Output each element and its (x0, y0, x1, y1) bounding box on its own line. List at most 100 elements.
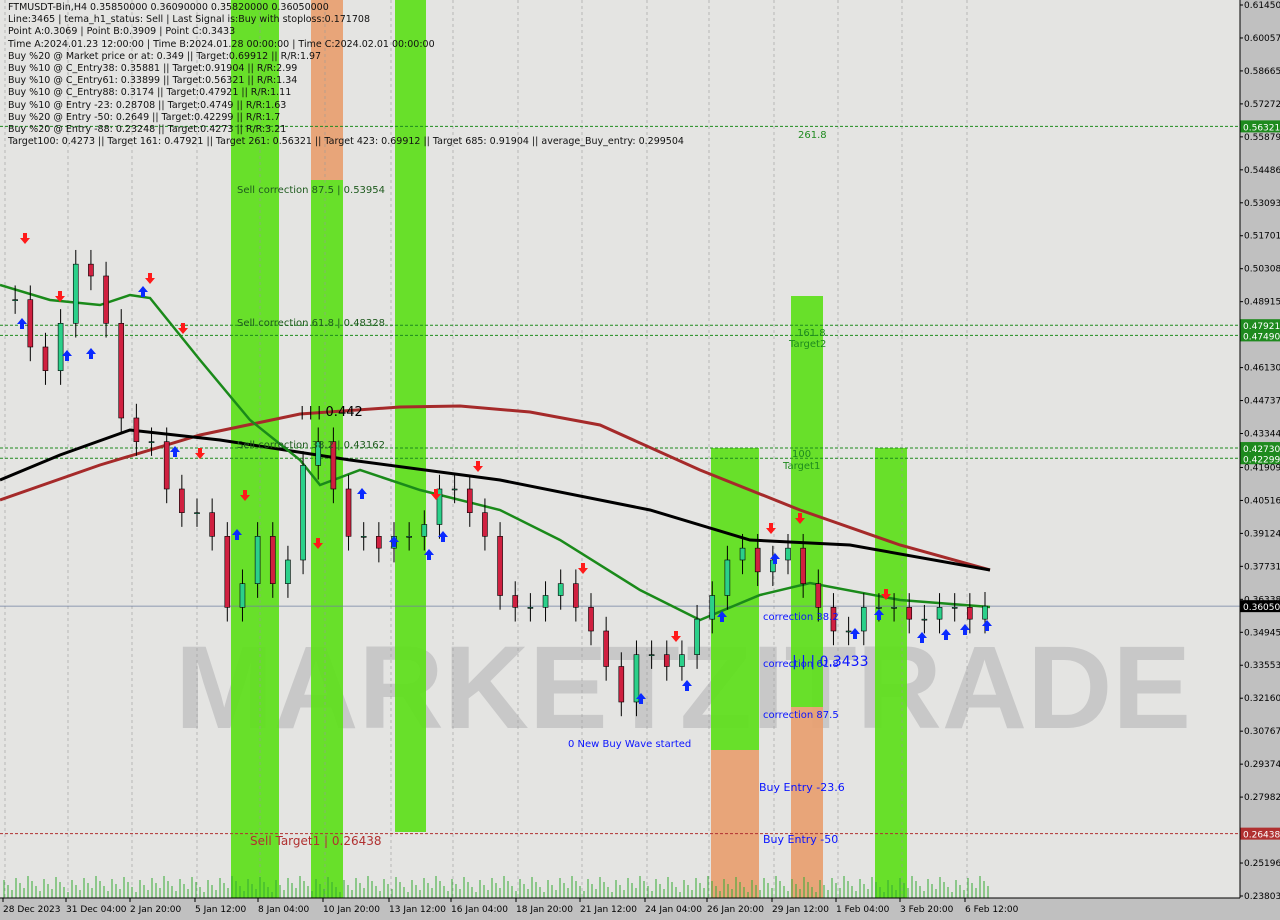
time-tick-label: 18 Jan 20:00 (516, 905, 573, 915)
candle (982, 605, 988, 620)
time-tick-label: 2 Jan 20:00 (130, 905, 182, 915)
time-tick-label: 3 Feb 20:00 (900, 905, 954, 915)
candle (694, 618, 700, 655)
candle (573, 583, 579, 608)
time-tick-label: 8 Jan 04:00 (258, 905, 310, 915)
chart-annotation: correction 38.2 (763, 612, 839, 623)
candle (360, 536, 367, 538)
candle (179, 488, 185, 513)
candle (88, 263, 94, 277)
candle (936, 607, 943, 620)
candle (754, 547, 761, 573)
candle (466, 488, 473, 513)
candle (482, 512, 488, 537)
candle (406, 536, 412, 538)
candle (906, 607, 913, 620)
candle (451, 488, 458, 491)
price-tick-label: 0.51701 (1244, 232, 1280, 242)
green-zone (311, 180, 343, 898)
price-tick-label: 0.39124 (1244, 529, 1280, 539)
info-line: Target100: 0.4273 || Target 161: 0.47921… (8, 136, 684, 148)
chart-annotation: Sell Target1 | 0.26438 (250, 834, 382, 848)
candle (285, 559, 291, 584)
candle (209, 512, 215, 537)
price-tick-label: 0.43344 (1244, 430, 1280, 440)
price-tick-label: 0.32160 (1244, 694, 1280, 704)
candle (891, 607, 897, 609)
candle (345, 488, 352, 537)
price-tick-label: 0.23803 (1244, 892, 1280, 902)
price-tick-label: 0.61450 (1244, 1, 1280, 11)
candle (739, 547, 746, 561)
candle (921, 618, 928, 621)
time-tick-label: 24 Jan 04:00 (645, 905, 702, 915)
price-tick-label: 0.44737 (1244, 397, 1280, 407)
chart-annotation: | | | 0.442 (300, 405, 363, 420)
time-tick-label: 10 Jan 20:00 (323, 905, 380, 915)
candle (224, 536, 231, 608)
info-line: Point A:0.3069 | Point B:0.3909 | Point … (8, 26, 236, 38)
info-line: Time A:2024.01.23 12:00:00 | Time B:2024… (8, 38, 435, 50)
chart-annotation: Target2 (788, 339, 826, 350)
candle (663, 654, 670, 667)
info-line: FTMUSDT-Bin,H4 0.35850000 0.36090000 0.3… (8, 2, 329, 13)
candle (421, 524, 428, 537)
candle (133, 417, 140, 442)
price-tick-label: 0.30767 (1244, 727, 1280, 737)
candle (103, 275, 109, 324)
candle (118, 323, 125, 419)
chart-annotation: 0 New Buy Wave started (568, 739, 691, 750)
time-tick-label: 29 Jan 12:00 (772, 905, 829, 915)
time-tick-label: 16 Jan 04:00 (451, 905, 508, 915)
price-tick-label: 0.29374 (1244, 760, 1280, 770)
info-line: Buy %20 @ Entry -50: 0.2649 || Target:0.… (8, 111, 281, 123)
candle (618, 666, 625, 703)
chart-annotation: Sell correction 61.8 | 0.48328 (237, 318, 385, 329)
info-line: Buy %20 @ Market price or at: 0.349 || T… (8, 50, 322, 62)
candle (860, 607, 867, 632)
time-tick-label: 13 Jan 12:00 (389, 905, 446, 915)
chart-annotation: Buy Entry -50 (763, 833, 838, 846)
chart-annotation: 261.8 (798, 130, 827, 141)
chart-annotation: 100 (792, 449, 811, 460)
candle (497, 536, 503, 596)
candle (785, 547, 791, 561)
price-tick-label: 0.37731 (1244, 562, 1280, 572)
chart-annotation: 161.8 (797, 328, 826, 339)
candle (42, 346, 49, 371)
price-tick-label: 0.40516 (1244, 496, 1280, 506)
candle (512, 595, 519, 608)
time-tick-label: 28 Dec 2023 (3, 905, 61, 915)
price-tick-label: 0.48915 (1244, 298, 1280, 308)
time-tick-label: 21 Jan 12:00 (580, 905, 637, 915)
price-tick-label: 0.55879 (1244, 133, 1280, 143)
time-tick-label: 6 Feb 12:00 (965, 905, 1019, 915)
price-tick-label: 0.34945 (1244, 628, 1280, 638)
candle (603, 630, 609, 667)
candle (557, 583, 564, 596)
candle (72, 263, 79, 324)
candle (194, 512, 200, 514)
chart-annotation: Buy Entry -23.6 (759, 781, 845, 794)
candle (542, 595, 549, 608)
candle (679, 654, 685, 667)
info-line: Buy %20 @ Entry -88: 0.23248 || Target:0… (8, 123, 287, 135)
candle (27, 299, 34, 348)
candle (800, 547, 806, 584)
candle (951, 607, 958, 609)
candle (239, 583, 246, 608)
price-tick-label: 0.50308 (1244, 265, 1280, 275)
price-tick-label: 0.53093 (1244, 199, 1280, 209)
price-level-label: 0.26438 (1243, 831, 1280, 841)
candle (269, 536, 276, 584)
candle (815, 583, 822, 608)
chart-annotation: | | | 0.3433 (792, 654, 869, 670)
price-tick-label: 0.58665 (1244, 67, 1280, 77)
price-tick-label: 0.57272 (1244, 100, 1280, 110)
info-line: Buy %10 @ C_Entry88: 0.3174 || Target:0.… (8, 87, 292, 99)
candle (709, 595, 716, 620)
time-tick-label: 26 Jan 20:00 (707, 905, 764, 915)
candle (300, 465, 306, 561)
candle (876, 607, 882, 609)
time-tick-label: 31 Dec 04:00 (66, 905, 127, 915)
